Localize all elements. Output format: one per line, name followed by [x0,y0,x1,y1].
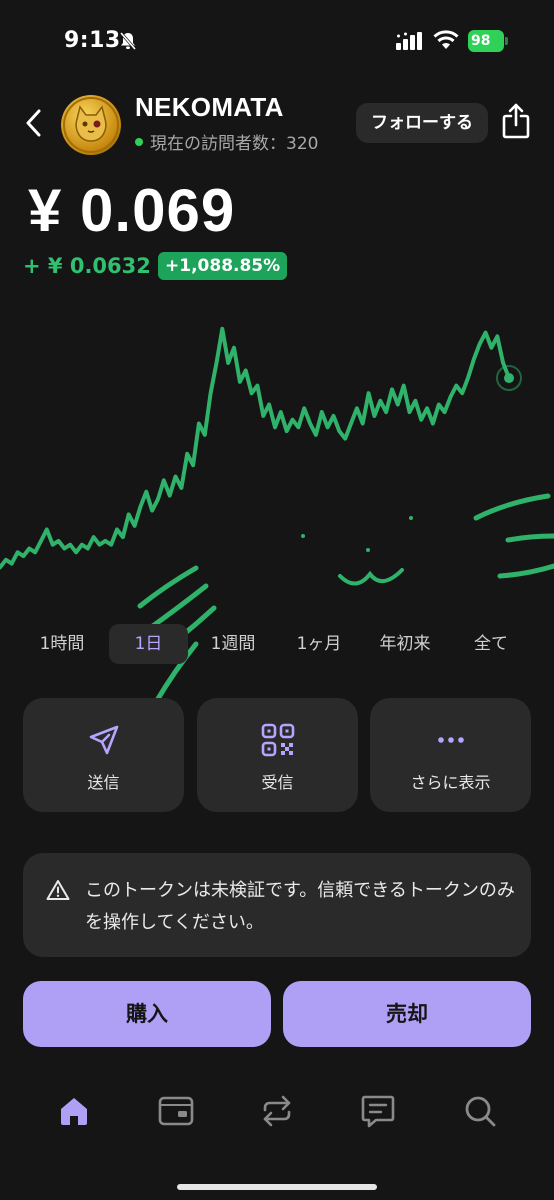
current-point-dot [504,373,514,384]
battery-tip [505,37,508,45]
follow-button[interactable]: フォローする [356,103,488,143]
nav-messages-icon[interactable] [359,1092,397,1130]
send-icon [89,725,118,755]
time-range-selector: 1時間 1日 1週間 1ヶ月 年初来 全て [0,624,554,664]
more-dots-icon [437,737,464,743]
range-tab-1w[interactable]: 1週間 [193,624,273,664]
qr-code-icon [261,723,294,757]
nav-search-icon[interactable] [461,1092,499,1130]
send-label: 送信 [87,773,120,792]
warning-message: このトークンは未検証です。信頼できるトークンのみを操作してください。 [85,880,515,933]
visitor-count-text: 現在の訪問者数：320 [150,134,319,154]
bell-slash-icon [119,32,137,50]
cat-doodle-decoration [137,493,554,705]
more-label: さらに表示 [410,773,491,792]
token-avatar [61,95,121,155]
buy-button[interactable]: 購入 [23,981,271,1047]
live-dot [135,137,143,146]
home-indicator [177,1184,377,1190]
nav-wallet-icon[interactable] [157,1092,195,1130]
sell-button[interactable]: 売却 [283,981,531,1047]
unverified-token-warning: このトークンは未検証です。信頼できるトークンのみを操作してください。 [23,853,531,957]
more-button[interactable]: さらに表示 [370,698,531,812]
nav-swap-icon[interactable] [258,1092,296,1130]
doodle-stroke [505,533,554,543]
send-button[interactable]: 送信 [23,698,184,812]
token-name: NEKOMATA [135,92,284,122]
doodle-mouth [338,568,404,586]
range-tab-all[interactable]: 全て [452,624,530,664]
doodle-stroke [497,563,554,579]
back-chevron-icon[interactable] [20,106,48,140]
receive-label: 受信 [261,773,294,792]
range-tab-1h[interactable]: 1時間 [22,624,102,664]
share-icon[interactable] [500,102,532,140]
wifi-icon [433,30,459,49]
doodle-eye [301,534,305,538]
price-series-line [0,326,511,570]
battery-level: 98 [468,30,504,52]
receive-button[interactable]: 受信 [197,698,358,812]
doodle-nose [366,548,370,552]
range-tab-1d[interactable]: 1日 [109,624,188,664]
visitor-count: 現在の訪問者数：320 [135,129,318,154]
status-time: 9:13 [64,28,121,53]
cat-coin-icon [63,97,119,153]
range-tab-1m[interactable]: 1ヶ月 [280,624,358,664]
price-change-amount: + ¥ 0.0632 [23,254,151,278]
nav-home-icon[interactable] [55,1092,93,1130]
bottom-nav [0,1080,554,1140]
current-price: ¥ 0.069 [28,177,236,244]
range-tab-ytd[interactable]: 年初来 [365,624,445,664]
doodle-stroke [473,493,551,521]
doodle-eye [409,516,413,520]
status-bar: 9:13 98 [0,0,554,80]
warning-triangle-icon [46,880,70,900]
price-change-percent-badge: +1,088.85% [158,252,288,280]
cellular-signal-icon [396,32,422,50]
battery-indicator: 98 [468,30,508,52]
